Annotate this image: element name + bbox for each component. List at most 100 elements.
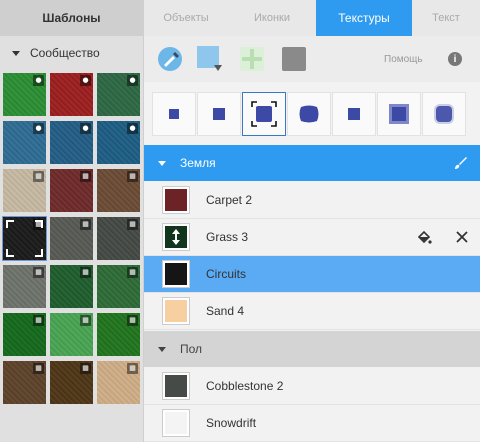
- texture-label: Snowdrift: [206, 416, 257, 430]
- grid-icon: ▦: [33, 363, 44, 374]
- template-swatch[interactable]: ▦: [50, 217, 93, 260]
- square-icon: [213, 108, 225, 120]
- grid-icon: ▦: [127, 315, 138, 326]
- tab-label: Текстуры: [338, 11, 390, 25]
- texture-thumbnail: [162, 372, 190, 400]
- texture-list-item[interactable]: Grass 3: [144, 219, 480, 256]
- wavy-square-icon: [299, 105, 319, 123]
- tab-label: Текст: [432, 12, 460, 24]
- texture-mode-button[interactable]: [152, 92, 196, 136]
- grid-icon: ▦: [127, 363, 138, 374]
- category-label: Сообщество: [30, 46, 100, 60]
- texture-label: Sand 4: [206, 304, 245, 318]
- tab-icons[interactable]: Иконки: [228, 0, 316, 36]
- template-swatch[interactable]: ▦: [97, 313, 140, 356]
- paint-bucket-icon[interactable]: [416, 229, 432, 245]
- texture-thumbnail: [162, 186, 190, 214]
- tab-bar: Объекты Иконки Текстуры Текст: [144, 0, 480, 36]
- grid-icon: ▦: [33, 171, 44, 182]
- fill-area-button[interactable]: [196, 45, 224, 73]
- grid-icon: ▦: [33, 267, 44, 278]
- texture-thumbnail: [162, 223, 190, 251]
- texture-label: Grass 3: [206, 230, 249, 244]
- selection-corner-icon: [6, 220, 14, 228]
- add-texture-button[interactable]: [238, 45, 266, 73]
- template-swatch[interactable]: ▦: [97, 361, 140, 404]
- drop-icon: ●: [127, 123, 138, 134]
- texture-label: Carpet 2: [206, 193, 253, 207]
- templates-title: Шаблоны: [0, 0, 143, 36]
- template-swatch[interactable]: ▦: [2, 216, 47, 261]
- add-texture-icon: [240, 47, 264, 71]
- blur-square-icon: [434, 104, 454, 124]
- template-swatch[interactable]: ▦: [3, 361, 46, 404]
- template-swatch[interactable]: ▦: [50, 313, 93, 356]
- grid-icon: ▦: [80, 171, 91, 182]
- info-icon[interactable]: i: [448, 52, 462, 66]
- texture-list-item[interactable]: Carpet 2: [144, 182, 480, 219]
- selection-corner-icon: [35, 220, 43, 228]
- selection-corner-icon: [35, 249, 43, 257]
- template-swatch[interactable]: ●: [97, 121, 140, 164]
- template-swatch[interactable]: ▦: [50, 361, 93, 404]
- template-swatch[interactable]: ●: [3, 121, 46, 164]
- template-swatch[interactable]: ▦: [97, 217, 140, 260]
- grid-icon: ▦: [127, 267, 138, 278]
- texture-list-item[interactable]: Cobblestone 2: [144, 368, 480, 405]
- editor-panel: Объекты Иконки Текстуры Текст Помощь i З…: [144, 0, 480, 442]
- toolbar: Помощь i: [144, 36, 480, 82]
- texture-list-item[interactable]: Sand 4: [144, 293, 480, 330]
- section-ground-header[interactable]: Земля: [144, 145, 480, 181]
- texture-list-item[interactable]: Circuits: [144, 256, 480, 293]
- grid-icon: ▦: [127, 171, 138, 182]
- brush-icon[interactable]: [454, 156, 468, 170]
- grid-icon: ▦: [80, 219, 91, 230]
- tab-label: Объекты: [163, 12, 209, 24]
- template-swatch[interactable]: ▦: [50, 265, 93, 308]
- texture-mode-button[interactable]: [242, 92, 286, 136]
- large-square-icon: [389, 104, 409, 124]
- section-floor-header[interactable]: Пол: [144, 331, 480, 367]
- template-swatch[interactable]: ●: [50, 73, 93, 116]
- caret-down-icon: [158, 160, 166, 166]
- templates-panel: Шаблоны Сообщество ● ● ● ● ● ● ▦ ▦ ▦ ▦ ▦ ▦ ▦ ▦ ▦ ▦ ▦ ▦ ▦ ▦ ▦: [0, 0, 144, 442]
- category-dropdown[interactable]: Сообщество: [0, 36, 143, 70]
- template-swatch[interactable]: ●: [97, 73, 140, 116]
- template-swatch[interactable]: ▦: [3, 265, 46, 308]
- texture-mode-button[interactable]: [377, 92, 421, 136]
- template-swatch[interactable]: ▦: [50, 169, 93, 212]
- template-swatch[interactable]: ▦: [97, 265, 140, 308]
- square-icon: [348, 108, 360, 120]
- texture-thumbnail: [162, 297, 190, 325]
- grid-icon: ▦: [80, 363, 91, 374]
- texture-mode-button[interactable]: [197, 92, 241, 136]
- texture-mode-button[interactable]: [287, 92, 331, 136]
- close-icon[interactable]: [454, 229, 470, 245]
- template-swatch[interactable]: ▦: [3, 169, 46, 212]
- drop-icon: ●: [33, 123, 44, 134]
- texture-mode-button[interactable]: [422, 92, 466, 136]
- help-label[interactable]: Помощь: [384, 54, 423, 65]
- eyedropper-icon: [158, 47, 182, 71]
- template-swatch[interactable]: ●: [3, 73, 46, 116]
- small-square-icon: [169, 109, 179, 119]
- eyedropper-button[interactable]: [156, 45, 184, 73]
- tab-textures[interactable]: Текстуры: [316, 0, 412, 36]
- tab-objects[interactable]: Объекты: [144, 0, 228, 36]
- template-swatch[interactable]: ▦: [97, 169, 140, 212]
- section-title: Земля: [180, 156, 216, 170]
- template-swatch[interactable]: ●: [50, 121, 93, 164]
- texture-list-item[interactable]: Snowdrift: [144, 405, 480, 442]
- caret-down-icon: [12, 50, 20, 56]
- texture-preview-button[interactable]: [280, 45, 308, 73]
- grid-icon: ▦: [33, 315, 44, 326]
- tab-text[interactable]: Текст: [412, 0, 480, 36]
- texture-label: Circuits: [206, 267, 247, 281]
- template-swatch[interactable]: ▦: [3, 313, 46, 356]
- resize-vertical-icon[interactable]: [170, 228, 182, 246]
- drop-icon: ●: [80, 75, 91, 86]
- drop-icon: ●: [80, 123, 91, 134]
- texture-square-icon: [282, 47, 306, 71]
- texture-mode-button[interactable]: [332, 92, 376, 136]
- template-swatch-grid: ● ● ● ● ● ● ▦ ▦ ▦ ▦ ▦ ▦ ▦ ▦ ▦ ▦ ▦ ▦ ▦ ▦ ▦: [2, 73, 140, 404]
